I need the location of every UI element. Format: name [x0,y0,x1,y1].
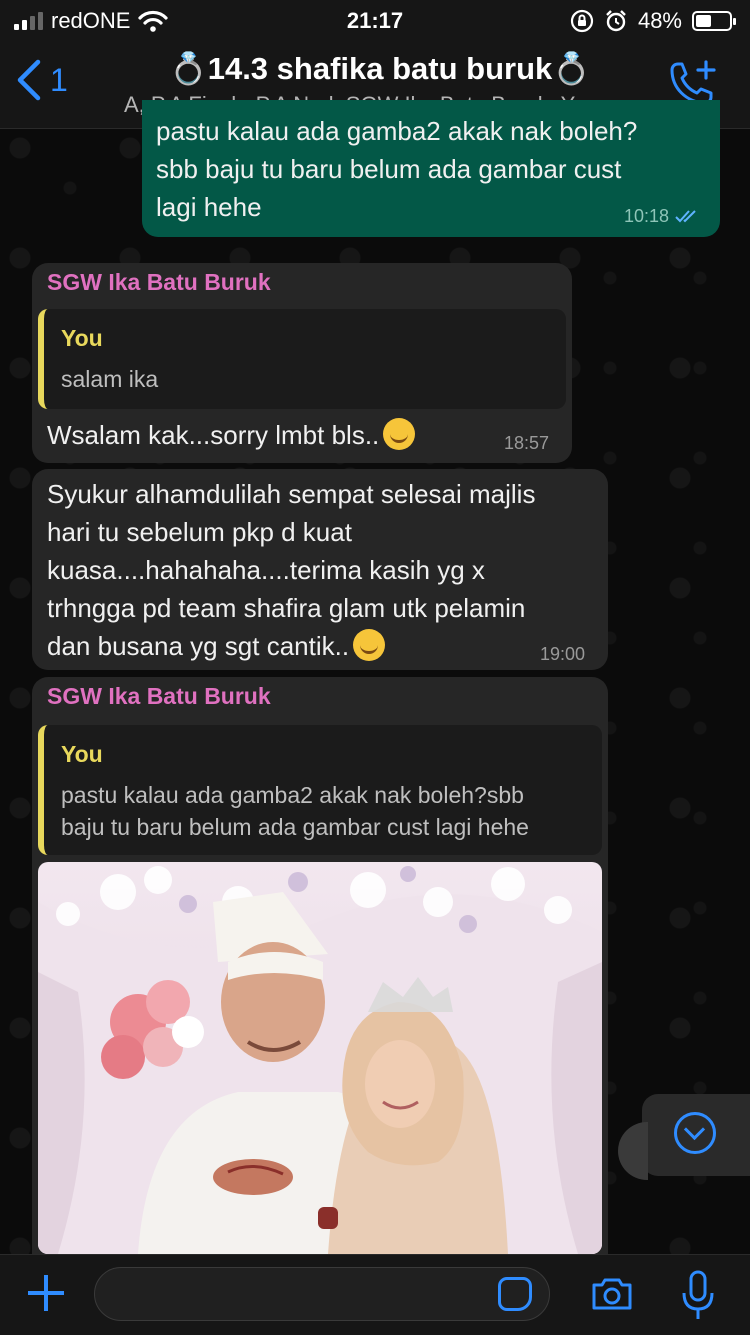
alarm-icon [606,10,626,32]
message-composer [0,1254,750,1335]
message-text-line: dan busana yg sgt cantik.. [47,631,350,661]
quote-text-line: baju tu baru belum ada gambar cust lagi … [61,814,529,840]
sweat-smile-emoji [383,418,416,450]
plus-icon[interactable] [26,1273,66,1313]
message-text-line: hari tu sebelum pkp d kuat [47,517,352,547]
message-text-line: trhngga pd team shafira glam utk pelamin [47,593,526,623]
message-text-line: lagi hehe [156,192,262,222]
camera-icon[interactable] [590,1277,634,1311]
message-text: Wsalam kak...sorry lmbt bls.. [47,420,380,450]
wedding-photo[interactable] [38,862,602,1254]
sender-name: SGW Ika Batu Buruk [47,269,271,295]
message-text-line: sbb baju tu baru belum ada gambar cust [156,154,622,184]
quoted-message[interactable]: You pastu kalau ada gamba2 akak nak bole… [38,725,602,855]
quote-text-line: pastu kalau ada gamba2 akak nak boleh?sb… [61,782,524,808]
battery-icon [692,11,736,31]
message-bubble-incoming[interactable]: Syukur alhamdulilah sempat selesai majli… [32,469,608,670]
back-button[interactable]: 1 [14,58,68,102]
chevron-left-icon [17,59,41,101]
quote-text: salam ika [61,366,159,392]
group-title[interactable]: 💍14.3 shafika batu buruk💍 [120,50,640,87]
quoted-message[interactable]: You salam ika [38,309,566,409]
message-text-line: Syukur alhamdulilah sempat selesai majli… [47,479,536,509]
microphone-icon[interactable] [680,1269,716,1321]
quote-author: You [61,741,103,767]
wedding-photo-image [38,866,602,1254]
message-time: 18:57 [504,433,550,453]
message-bubble-outgoing[interactable]: pastu kalau ada gamba2 akak nak boleh? s… [142,100,720,237]
double-check-read-icon [675,210,696,223]
quote-author: You [61,325,103,351]
unread-count: 1 [50,61,68,98]
message-input[interactable] [94,1267,550,1321]
smile-emoji [353,629,386,661]
status-icons: 48% [570,8,736,34]
status-bar: redONE 21:17 48% [0,0,750,40]
orientation-lock-icon [570,9,594,33]
message-time: 19:00 [540,644,586,664]
battery-percent: 48% [637,8,682,33]
scroll-to-bottom-button[interactable] [642,1094,750,1176]
sender-name: SGW Ika Batu Buruk [47,683,271,709]
message-time: 10:18 [624,206,670,226]
message-bubble-incoming[interactable]: SGW Ika Batu Buruk You salam ika Wsalam … [32,263,572,463]
message-text-line: pastu kalau ada gamba2 akak nak boleh? [156,116,638,146]
message-text-line: kuasa....hahahaha....terima kasih yg x [47,555,485,585]
sticker-icon[interactable] [498,1277,532,1311]
